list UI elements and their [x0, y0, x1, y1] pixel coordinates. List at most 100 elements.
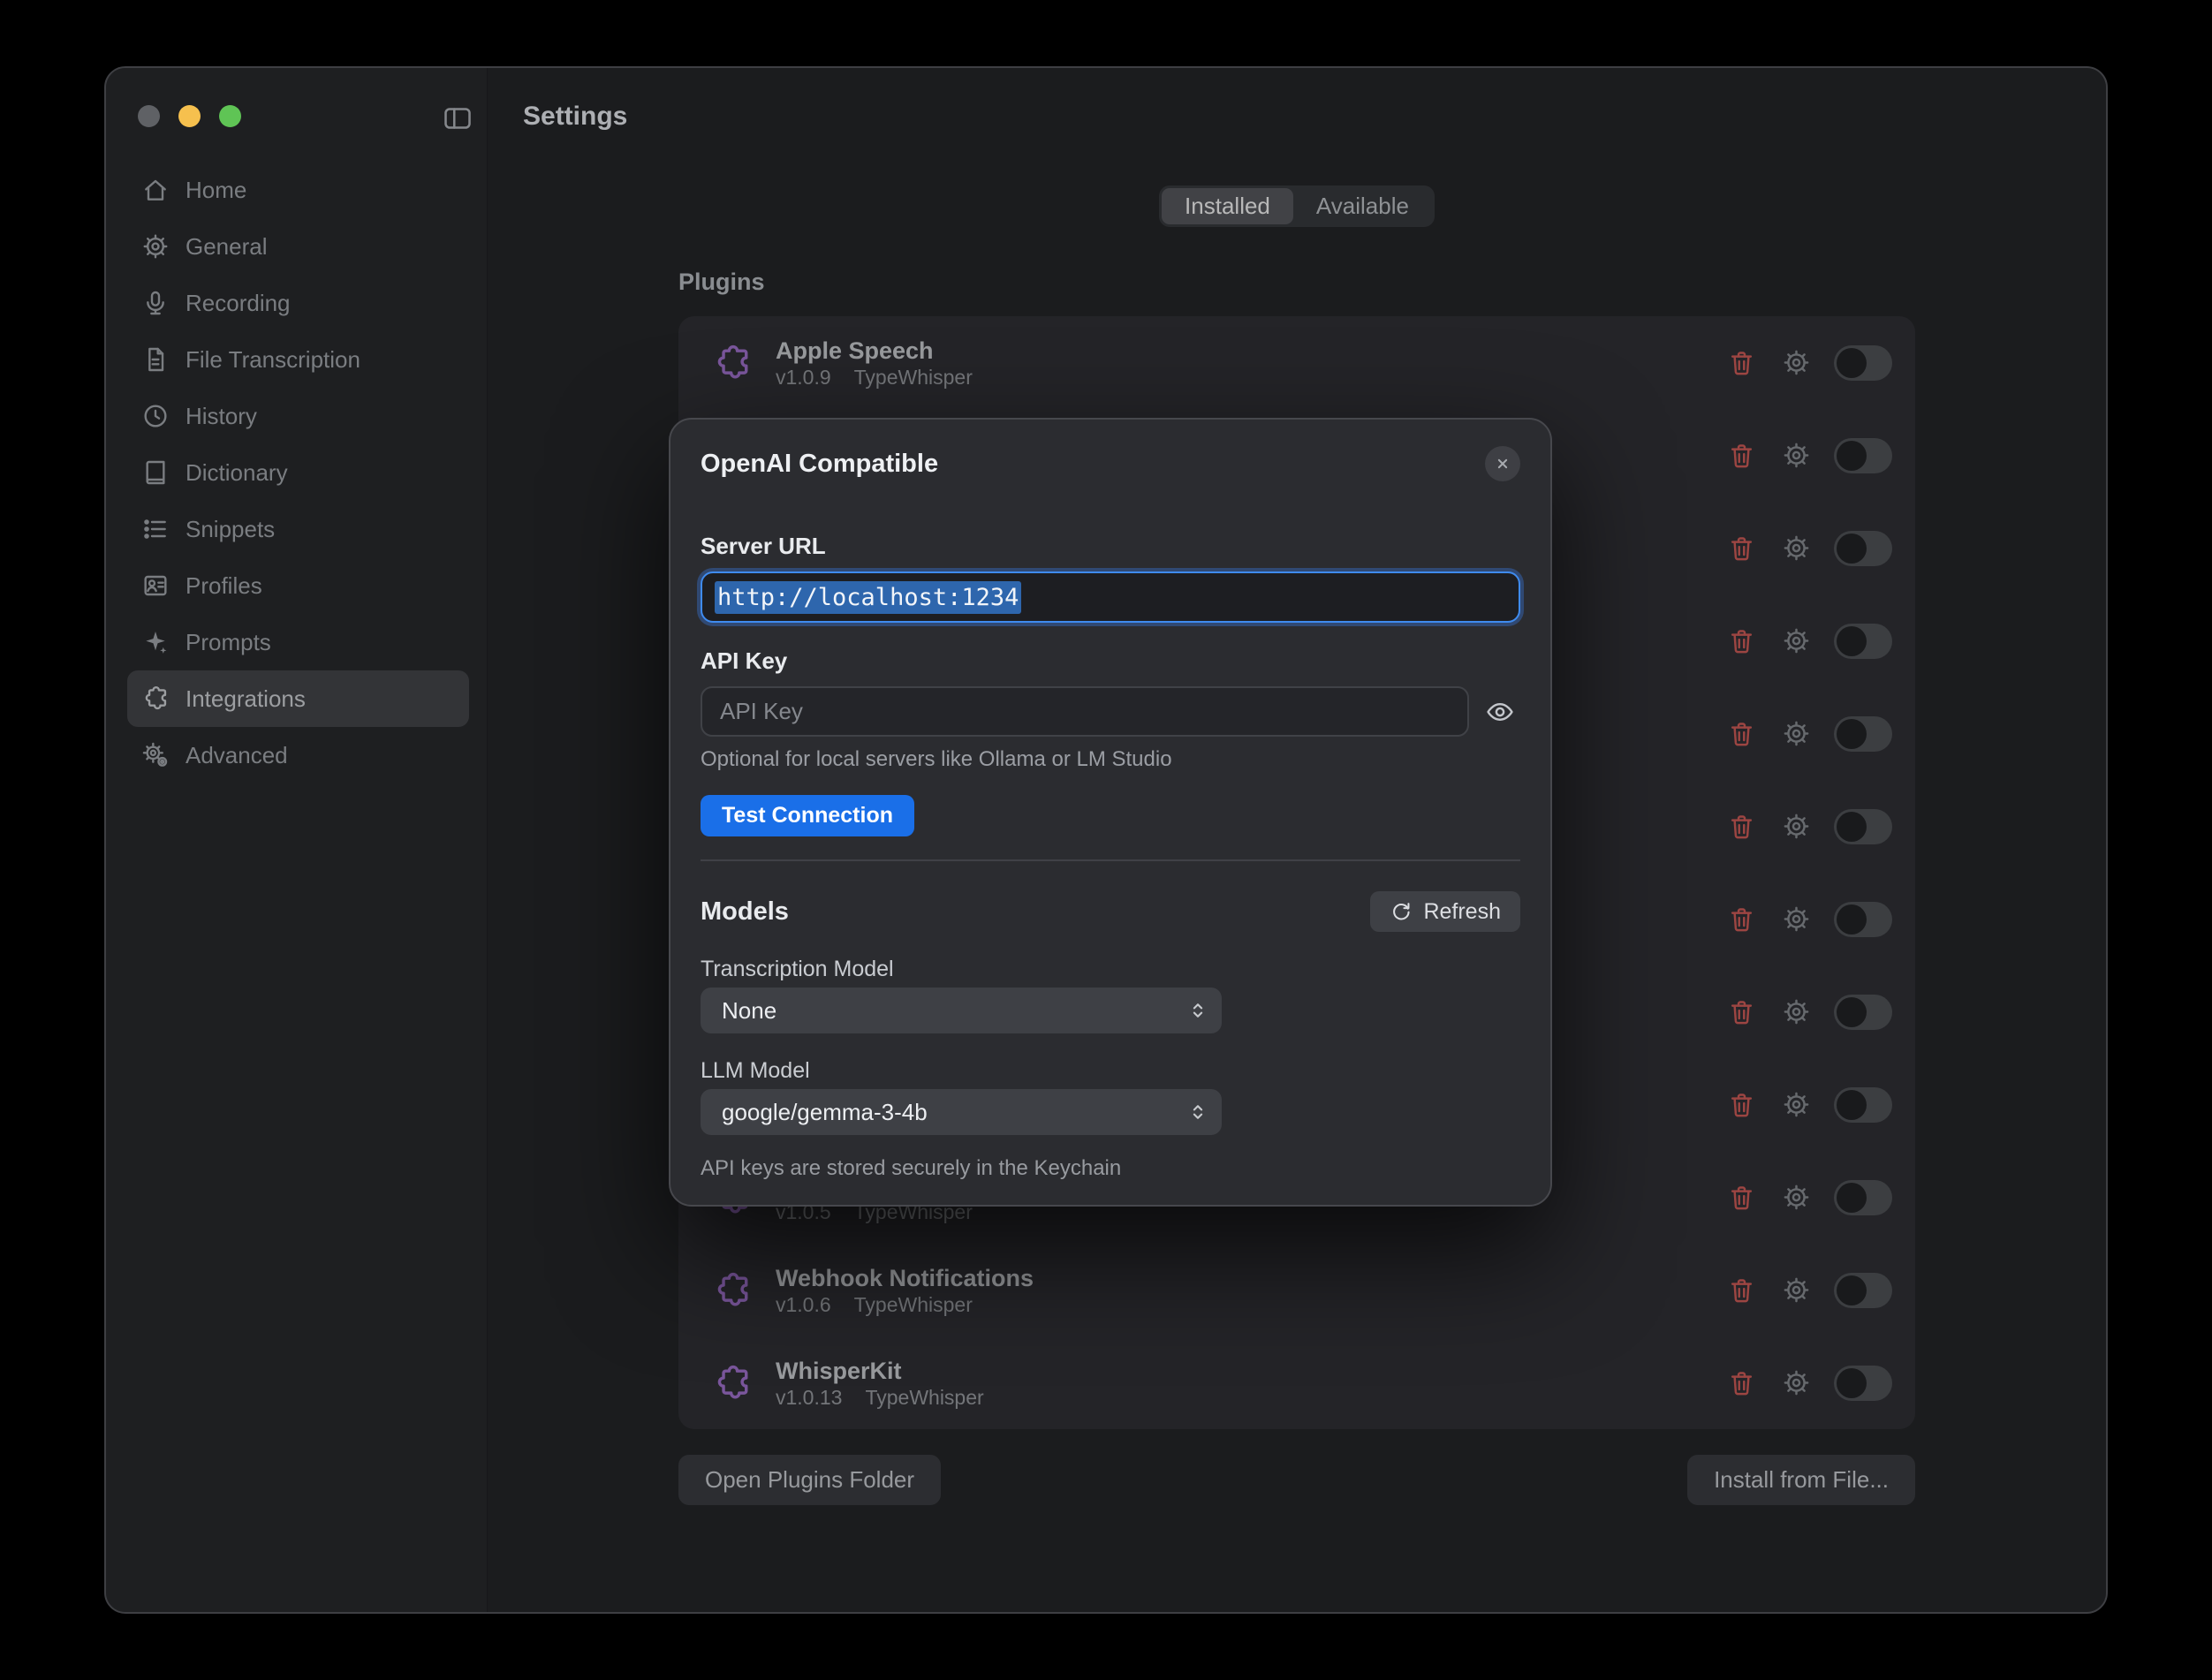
plugins-section-label: Plugins	[678, 269, 1915, 295]
plugin-enabled-toggle[interactable]	[1834, 1273, 1892, 1308]
gear-icon	[1782, 1183, 1811, 1212]
plugin-enabled-toggle[interactable]	[1834, 438, 1892, 473]
refresh-models-button[interactable]: Refresh	[1370, 891, 1520, 932]
sidebar-item-general[interactable]: General	[127, 218, 469, 275]
delete-plugin-button[interactable]	[1724, 624, 1758, 658]
sidebar-item-label: Dictionary	[186, 459, 288, 487]
plugin-settings-button[interactable]	[1779, 810, 1813, 844]
delete-plugin-button[interactable]	[1724, 995, 1758, 1029]
plugin-enabled-toggle[interactable]	[1834, 809, 1892, 844]
toggle-knob	[1837, 441, 1867, 471]
plugin-settings-button[interactable]	[1779, 1274, 1813, 1307]
toggle-sidebar-icon[interactable]	[440, 102, 475, 137]
trash-icon	[1727, 534, 1756, 563]
window-minimize-button[interactable]	[178, 105, 201, 127]
plugin-actions	[1724, 1366, 1892, 1401]
plugin-enabled-toggle[interactable]	[1834, 531, 1892, 566]
chevron-up-down-icon	[1186, 999, 1209, 1022]
tab-installed[interactable]: Installed	[1162, 188, 1293, 224]
advanced-icon	[141, 741, 170, 769]
plugin-settings-button[interactable]	[1779, 903, 1813, 936]
plugin-meta: Webhook Notifications v1.0.6 TypeWhisper	[776, 1264, 1034, 1317]
plugin-enabled-toggle[interactable]	[1834, 345, 1892, 381]
toggle-knob	[1837, 812, 1867, 842]
sidebar-item-label: General	[186, 233, 268, 261]
plugin-settings-button[interactable]	[1779, 1181, 1813, 1215]
plugin-actions	[1724, 345, 1892, 381]
plugin-enabled-toggle[interactable]	[1834, 716, 1892, 752]
plugin-enabled-toggle[interactable]	[1834, 995, 1892, 1030]
toggle-knob	[1837, 719, 1867, 749]
toggle-knob	[1837, 348, 1867, 378]
api-key-row	[701, 686, 1520, 737]
plugin-settings-button[interactable]	[1779, 346, 1813, 380]
llm-model-value: google/gemma-3-4b	[722, 1099, 928, 1126]
plugin-version-author: v1.0.9 TypeWhisper	[776, 366, 973, 390]
delete-plugin-button[interactable]	[1724, 439, 1758, 473]
delete-plugin-button[interactable]	[1724, 1274, 1758, 1307]
plugin-settings-button[interactable]	[1779, 717, 1813, 751]
mic-icon	[141, 289, 170, 317]
plugin-meta: Apple Speech v1.0.9 TypeWhisper	[776, 337, 973, 390]
install-from-file-button[interactable]: Install from File...	[1687, 1455, 1915, 1505]
sidebar-item-dictionary[interactable]: Dictionary	[127, 444, 469, 501]
plugin-actions	[1724, 438, 1892, 473]
plugin-settings-button[interactable]	[1779, 532, 1813, 565]
sidebar-item-advanced[interactable]: Advanced	[127, 727, 469, 783]
sidebar-item-prompts[interactable]: Prompts	[127, 614, 469, 670]
sidebar-item-file-transcription[interactable]: File Transcription	[127, 331, 469, 388]
delete-plugin-button[interactable]	[1724, 346, 1758, 380]
plugin-enabled-toggle[interactable]	[1834, 1087, 1892, 1123]
plugin-enabled-toggle[interactable]	[1834, 1366, 1892, 1401]
sidebar-item-history[interactable]: History	[127, 388, 469, 444]
plugin-enabled-toggle[interactable]	[1834, 1180, 1892, 1215]
server-url-value: http://localhost:1234	[715, 581, 1021, 614]
plugin-settings-button[interactable]	[1779, 1088, 1813, 1122]
delete-plugin-button[interactable]	[1724, 810, 1758, 844]
server-url-input[interactable]: http://localhost:1234	[701, 571, 1520, 623]
sidebar: Home General Recording File Transcriptio…	[106, 68, 488, 1612]
toggle-knob	[1837, 626, 1867, 656]
keychain-note: API keys are stored securely in the Keyc…	[701, 1158, 1520, 1179]
toggle-knob	[1837, 534, 1867, 564]
sidebar-item-integrations[interactable]: Integrations	[127, 670, 469, 727]
llm-model-select[interactable]: google/gemma-3-4b	[701, 1089, 1222, 1135]
window-close-button[interactable]	[138, 105, 160, 127]
open-plugins-folder-button[interactable]: Open Plugins Folder	[678, 1455, 941, 1505]
delete-plugin-button[interactable]	[1724, 1181, 1758, 1215]
window-zoom-button[interactable]	[219, 105, 241, 127]
plugin-settings-button[interactable]	[1779, 995, 1813, 1029]
plugin-actions	[1724, 716, 1892, 752]
plugin-settings-button[interactable]	[1779, 624, 1813, 658]
sidebar-item-label: Integrations	[186, 685, 306, 713]
plugin-version-author: v1.0.13 TypeWhisper	[776, 1386, 984, 1410]
delete-plugin-button[interactable]	[1724, 532, 1758, 565]
delete-plugin-button[interactable]	[1724, 1366, 1758, 1400]
plugin-settings-button[interactable]	[1779, 439, 1813, 473]
test-connection-button[interactable]: Test Connection	[701, 795, 914, 836]
gear-icon	[1782, 348, 1811, 377]
api-key-input[interactable]	[701, 686, 1469, 737]
sidebar-item-snippets[interactable]: Snippets	[127, 501, 469, 557]
sidebar-item-home[interactable]: Home	[127, 162, 469, 218]
sidebar-item-profiles[interactable]: Profiles	[127, 557, 469, 614]
transcription-model-select[interactable]: None	[701, 988, 1222, 1033]
screen: Home General Recording File Transcriptio…	[0, 0, 2212, 1680]
close-dialog-button[interactable]	[1485, 446, 1520, 481]
plugin-enabled-toggle[interactable]	[1834, 902, 1892, 937]
sidebar-item-label: Home	[186, 177, 246, 204]
delete-plugin-button[interactable]	[1724, 717, 1758, 751]
sidebar-item-label: Prompts	[186, 629, 271, 656]
clock-icon	[141, 402, 170, 430]
plugin-settings-button[interactable]	[1779, 1366, 1813, 1400]
reveal-api-key-button[interactable]	[1480, 692, 1520, 732]
delete-plugin-button[interactable]	[1724, 1088, 1758, 1122]
gear-icon	[1782, 904, 1811, 934]
document-icon	[141, 345, 170, 374]
trash-icon	[1727, 626, 1756, 655]
sidebar-item-recording[interactable]: Recording	[127, 275, 469, 331]
plugin-enabled-toggle[interactable]	[1834, 624, 1892, 659]
delete-plugin-button[interactable]	[1724, 903, 1758, 936]
sidebar-nav: Home General Recording File Transcriptio…	[127, 162, 469, 783]
tab-available[interactable]: Available	[1293, 188, 1432, 224]
